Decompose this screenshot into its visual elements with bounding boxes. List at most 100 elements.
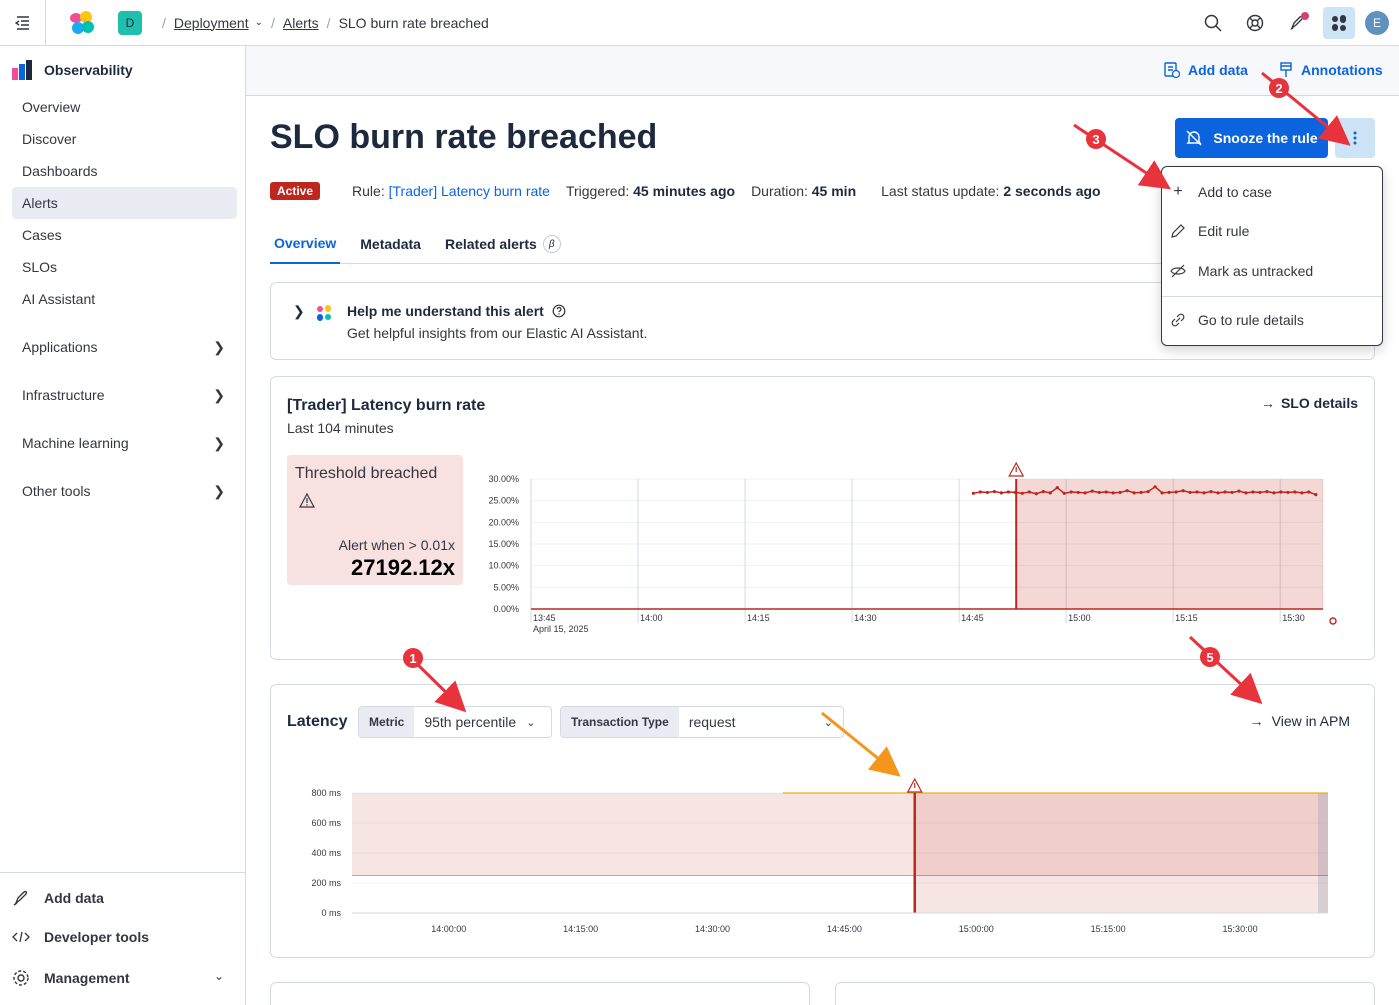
data-point: [985, 490, 989, 495]
collapse-nav-button[interactable]: [0, 0, 46, 46]
threshold-card: Threshold breached Alert when > 0.01x 27…: [287, 455, 463, 585]
sidebar-item-ai-assistant[interactable]: AI Assistant: [12, 283, 237, 315]
rule-link[interactable]: [Trader] Latency burn rate: [389, 183, 550, 199]
transaction-type-select[interactable]: Transaction Type request ⌄: [560, 706, 844, 738]
metric-select-value: 95th percentile ⌄: [414, 714, 545, 730]
snooze-rule-button[interactable]: Snooze the rule: [1175, 118, 1328, 158]
sidebar-item-discover[interactable]: Discover: [12, 123, 237, 155]
add-data-button[interactable]: Add data: [1164, 62, 1248, 78]
metric-select[interactable]: Metric 95th percentile ⌄: [358, 706, 552, 738]
chevron-right-icon: ❯: [213, 434, 225, 451]
notification-dot: [1301, 12, 1309, 20]
latency-chart: 0 ms 200 ms 400 ms 600 ms 800 ms 14:00:00 14:1…: [311, 777, 1328, 934]
sidebar-item-other-tools[interactable]: Other tools ❯: [12, 475, 237, 507]
view-in-apm-label: View in APM: [1271, 713, 1350, 729]
y-tick-label: 600 ms: [311, 818, 341, 828]
tab-related-alerts[interactable]: Related alerts β: [441, 224, 565, 264]
app-menu-bar: Add data Annotations: [246, 46, 1399, 96]
elastic-logo[interactable]: [68, 9, 96, 37]
view-in-apm-link[interactable]: → View in APM: [1250, 713, 1350, 729]
actions-menu: + Add to case Edit rule Mark as untracke…: [1161, 166, 1383, 346]
menu-item-rule-details[interactable]: Go to rule details: [1170, 312, 1304, 328]
menu-item-add-to-case[interactable]: + Add to case: [1170, 183, 1272, 201]
data-point: [992, 489, 996, 494]
data-point: [1237, 489, 1241, 493]
annotations-label: Annotations: [1301, 62, 1383, 78]
sidebar-item-overview[interactable]: Overview: [12, 91, 237, 123]
incomplete-bucket: [1318, 793, 1328, 913]
data-point: [1013, 490, 1017, 495]
data-point: [1097, 490, 1101, 495]
annotations-button[interactable]: Annotations: [1279, 62, 1383, 78]
y-tick-label: 0.00%: [493, 604, 519, 614]
ai-assistant-button[interactable]: [1323, 7, 1355, 39]
menu-item-edit-rule[interactable]: Edit rule: [1170, 223, 1249, 239]
triggered-label: Triggered:: [565, 183, 630, 199]
sidebar-item-cases[interactable]: Cases: [12, 219, 237, 251]
y-tick-label: 30.00%: [488, 474, 519, 484]
more-actions-button[interactable]: [1335, 118, 1375, 158]
nav-section-title[interactable]: Observability: [12, 60, 133, 80]
data-point: [999, 491, 1003, 495]
chevron-down-icon: ⌄: [823, 716, 833, 729]
sidebar-item-applications[interactable]: Applications ❯: [12, 331, 237, 363]
help-lifebuoy-icon: [1246, 14, 1264, 32]
data-point: [1314, 493, 1318, 497]
chevron-down-icon[interactable]: ⌄: [214, 969, 224, 983]
add-data-label: Add data: [1188, 62, 1248, 78]
chevron-right-icon[interactable]: ❯: [293, 303, 305, 320]
data-point: [1146, 489, 1150, 494]
chevron-down-icon[interactable]: ⌄: [255, 17, 263, 28]
menu-item-mark-untracked[interactable]: Mark as untracked: [1170, 263, 1313, 279]
metric-select-label: Metric: [359, 707, 415, 737]
burn-rate-panel: [Trader] Latency burn rate Last 104 minu…: [270, 376, 1375, 660]
x-tick-label: 14:30:00: [695, 924, 730, 934]
breadcrumb-deployment[interactable]: Deployment: [174, 15, 249, 31]
sidebar-item-label: Infrastructure: [22, 387, 105, 403]
sidebar-item-dashboards[interactable]: Dashboards: [12, 155, 237, 187]
question-icon[interactable]: [552, 304, 566, 318]
slo-details-link[interactable]: → SLO details: [1261, 395, 1358, 411]
sidebar-item-alerts[interactable]: Alerts: [12, 187, 237, 219]
data-point: [1188, 490, 1192, 495]
eye-closed-icon: [1170, 264, 1186, 278]
help-button[interactable]: [1239, 7, 1271, 39]
data-point: [1034, 492, 1038, 496]
data-point: [1111, 491, 1115, 495]
data-point: [1027, 490, 1031, 494]
news-feed-button[interactable]: [1281, 7, 1313, 39]
data-point: [1055, 486, 1059, 490]
plus-icon: +: [1173, 183, 1183, 200]
data-point: [1209, 489, 1213, 494]
alert-start-marker: [906, 777, 923, 793]
sidebar-item-infrastructure[interactable]: Infrastructure ❯: [12, 379, 237, 411]
sidebar-item-slos[interactable]: SLOs: [12, 251, 237, 283]
data-point: [1132, 491, 1136, 495]
sidebar-footer-label: Developer tools: [44, 929, 150, 945]
y-tick-label: 0 ms: [321, 908, 341, 918]
y-tick-label: 25.00%: [488, 496, 519, 506]
x-tick-label: 14:30: [854, 613, 877, 623]
chevron-right-icon: ❯: [213, 482, 225, 499]
sidebar-item-machine-learning[interactable]: Machine learning ❯: [12, 427, 237, 459]
sidebar-management[interactable]: Management: [12, 969, 130, 987]
menu-item-label: Mark as untracked: [1198, 263, 1314, 279]
data-point: [1069, 490, 1073, 494]
alert-condition: Alert when > 0.01x: [338, 537, 455, 553]
sidebar-add-data[interactable]: Add data: [12, 889, 104, 907]
tab-overview[interactable]: Overview: [270, 224, 341, 264]
search-icon: [1204, 14, 1222, 32]
bell-slash-icon: [1186, 130, 1203, 146]
user-avatar[interactable]: E: [1365, 11, 1389, 35]
arrow-right-icon: →: [1260, 395, 1275, 411]
tab-metadata[interactable]: Metadata: [356, 224, 425, 264]
x-tick-label: 14:00: [640, 613, 663, 623]
breadcrumb-current: SLO burn rate breached: [338, 14, 489, 31]
rule-label: Rule:: [352, 183, 385, 199]
data-point: [1223, 490, 1227, 494]
sidebar-developer-tools[interactable]: Developer tools: [12, 929, 149, 945]
search-button[interactable]: [1197, 7, 1229, 39]
space-avatar[interactable]: D: [118, 10, 142, 35]
data-point: [1181, 489, 1185, 493]
breadcrumb-alerts[interactable]: Alerts: [283, 15, 319, 31]
